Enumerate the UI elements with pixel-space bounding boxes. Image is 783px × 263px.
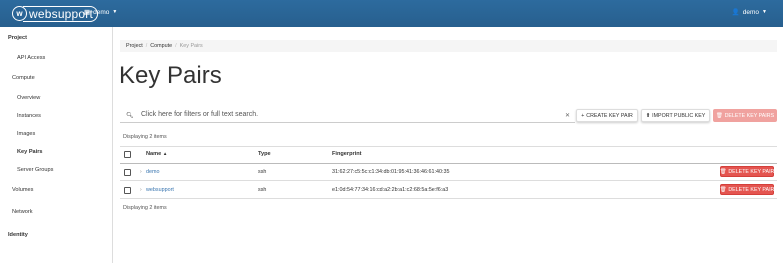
sidebar-item-identity[interactable]: Identity bbox=[8, 232, 28, 238]
column-header-name[interactable]: Name ▲ bbox=[146, 151, 167, 157]
sidebar-item-api-access[interactable]: API Access bbox=[17, 55, 45, 61]
key-pair-type: ssh bbox=[258, 169, 267, 175]
chevron-right-icon[interactable]: › bbox=[140, 169, 142, 175]
column-name-label: Name bbox=[146, 151, 162, 157]
project-switcher[interactable]: ▦ demo ▼ bbox=[84, 8, 118, 17]
project-name: demo bbox=[93, 8, 110, 16]
sidebar-item-volumes[interactable]: Volumes bbox=[12, 187, 33, 193]
import-public-key-label: IMPORT PUBLIC KEY bbox=[652, 112, 706, 119]
sidebar-item-network[interactable]: Network bbox=[12, 209, 33, 215]
breadcrumb: Project / Compute / Key Pairs bbox=[120, 40, 777, 52]
key-pair-type: ssh bbox=[258, 187, 267, 193]
key-pair-fingerprint: 31:62:27:c5:5c:c1:34:db:01:95:41:36:46:6… bbox=[332, 169, 450, 175]
delete-key-pair-button[interactable]: 🗑︎ DELETE KEY PAIR bbox=[720, 184, 774, 195]
delete-key-pairs-button[interactable]: 🗑︎ DELETE KEY PAIRS bbox=[713, 109, 777, 122]
search-icon: 🔍︎ bbox=[126, 113, 134, 119]
sidebar-item-instances[interactable]: Instances bbox=[17, 113, 41, 119]
delete-key-pair-label: DELETE KEY PAIR bbox=[728, 168, 775, 175]
search-input[interactable]: Click here for filters or full text sear… bbox=[141, 111, 258, 118]
create-key-pair-button[interactable]: + CREATE KEY PAIR bbox=[576, 109, 638, 122]
row-divider bbox=[120, 198, 777, 199]
breadcrumb-current: Key Pairs bbox=[179, 43, 203, 49]
column-header-type[interactable]: Type bbox=[258, 151, 271, 157]
row-checkbox[interactable] bbox=[124, 187, 131, 194]
column-header-fingerprint[interactable]: Fingerprint bbox=[332, 151, 362, 157]
user-menu[interactable]: 👤 demo ▼ bbox=[731, 8, 767, 17]
key-pair-name-link[interactable]: websupport bbox=[146, 187, 174, 193]
import-public-key-button[interactable]: ⬆ IMPORT PUBLIC KEY bbox=[641, 109, 710, 122]
sort-asc-icon: ▲ bbox=[162, 151, 168, 156]
sidebar-item-key-pairs[interactable]: Key Pairs bbox=[17, 149, 43, 155]
sidebar-item-overview[interactable]: Overview bbox=[17, 95, 40, 101]
user-icon: 👤 bbox=[731, 9, 740, 16]
breadcrumb-project[interactable]: Project bbox=[126, 43, 143, 49]
chevron-right-icon[interactable]: › bbox=[140, 187, 142, 193]
upload-icon: ⬆ bbox=[645, 112, 651, 119]
table-header-border bbox=[120, 163, 777, 164]
item-count-top: Displaying 2 items bbox=[123, 134, 167, 140]
table-top-border bbox=[120, 146, 777, 147]
filter-bar[interactable]: 🔍︎ Click here for filters or full text s… bbox=[120, 110, 575, 123]
trash-icon: 🗑︎ bbox=[719, 186, 727, 193]
item-count-bottom: Displaying 2 items bbox=[123, 205, 167, 211]
sidebar-item-compute[interactable]: Compute bbox=[12, 75, 35, 81]
page-title: Key Pairs bbox=[119, 62, 222, 89]
chevron-down-icon: ▼ bbox=[112, 9, 118, 15]
delete-key-pairs-label: DELETE KEY PAIRS bbox=[724, 112, 775, 119]
trash-icon: 🗑︎ bbox=[719, 168, 727, 175]
delete-key-pair-button[interactable]: 🗑︎ DELETE KEY PAIR bbox=[720, 166, 774, 177]
user-name: demo bbox=[742, 8, 760, 16]
breadcrumb-separator: / bbox=[175, 43, 177, 49]
row-divider bbox=[120, 180, 777, 181]
clear-icon[interactable]: ✕ bbox=[565, 112, 570, 119]
sidebar-item-images[interactable]: Images bbox=[17, 131, 35, 137]
key-pair-name-link[interactable]: demo bbox=[146, 169, 160, 175]
sidebar: Project API Access Compute Overview Inst… bbox=[0, 27, 113, 263]
project-grid-icon: ▦ bbox=[84, 9, 91, 16]
top-navbar: w websupport ▦ demo ▼ 👤 demo ▼ bbox=[0, 0, 783, 27]
breadcrumb-separator: / bbox=[145, 43, 148, 49]
trash-icon: 🗑︎ bbox=[715, 112, 723, 119]
breadcrumb-compute[interactable]: Compute bbox=[150, 43, 172, 49]
plus-icon: + bbox=[581, 112, 585, 119]
create-key-pair-label: CREATE KEY PAIR bbox=[586, 112, 633, 119]
select-all-checkbox[interactable] bbox=[124, 151, 131, 158]
row-checkbox[interactable] bbox=[124, 169, 131, 176]
key-pair-fingerprint: e1:0d:54:77:34:16:cd:a2:2b:a1:c2:68:5a:5… bbox=[332, 187, 449, 193]
sidebar-item-project[interactable]: Project bbox=[8, 35, 27, 41]
chevron-down-icon: ▼ bbox=[762, 9, 767, 15]
delete-key-pair-label: DELETE KEY PAIR bbox=[728, 186, 775, 193]
sidebar-item-server-groups[interactable]: Server Groups bbox=[17, 167, 53, 173]
